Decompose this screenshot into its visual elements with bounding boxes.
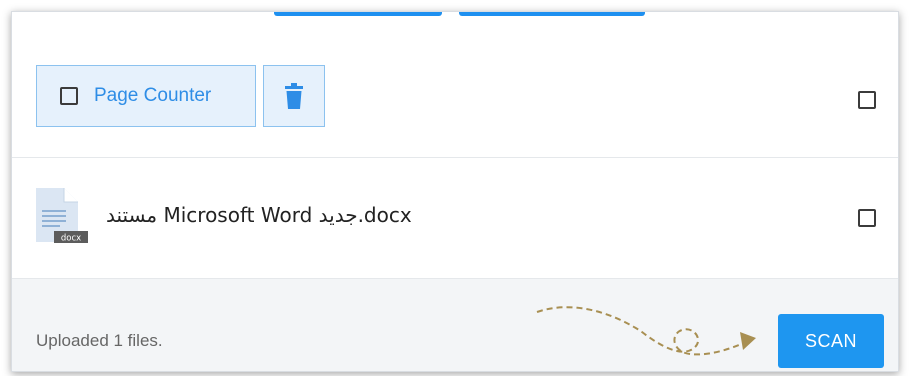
upload-status-text: Uploaded 1 files. — [36, 331, 163, 350]
upload-panel: Page Counter docx مستند Microsoft Word ج… — [11, 11, 899, 372]
trash-icon — [285, 83, 303, 109]
select-all-checkbox[interactable] — [858, 91, 876, 109]
scan-button[interactable]: SCAN — [778, 314, 884, 368]
dashed-arrow-icon — [536, 306, 756, 356]
top-button-left[interactable] — [274, 12, 442, 16]
page-counter-label: Page Counter — [94, 85, 212, 106]
page-counter-button[interactable]: Page Counter — [36, 65, 256, 127]
footer-bar: Uploaded 1 files. SCAN — [12, 279, 898, 371]
file-ext-badge: docx — [61, 234, 81, 244]
toolbar-row: Page Counter — [12, 44, 898, 158]
file-row: docx مستند Microsoft Word جديد.docx — [12, 158, 898, 279]
top-button-right[interactable] — [459, 12, 645, 16]
file-checkbox[interactable] — [858, 209, 876, 227]
delete-button[interactable] — [263, 65, 325, 127]
page-counter-checkbox-icon[interactable] — [60, 87, 78, 105]
docx-file-icon: docx — [36, 188, 88, 244]
file-name: مستند Microsoft Word جديد.docx — [106, 203, 412, 227]
